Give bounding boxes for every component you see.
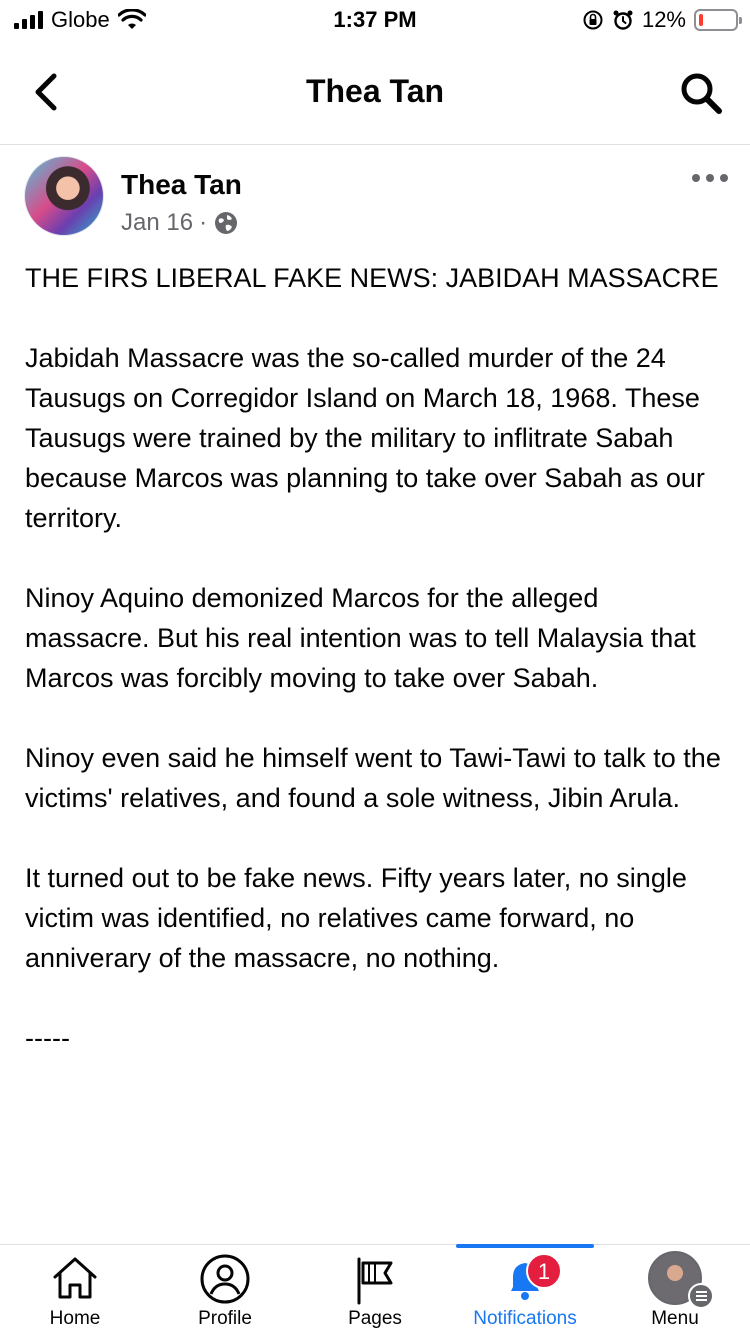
post-meta: Jan 16 · — [121, 209, 239, 237]
status-right: 12% — [582, 7, 738, 33]
tab-label: Profile — [150, 1308, 300, 1330]
battery-icon — [694, 9, 738, 31]
tab-label: Home — [0, 1308, 150, 1330]
tab-menu[interactable]: Menu — [600, 1245, 750, 1335]
author-avatar[interactable] — [24, 156, 104, 236]
search-icon[interactable] — [678, 70, 724, 116]
post-paragraph: THE FIRS LIBERAL FAKE NEWS: JABIDAH MASS… — [25, 258, 730, 298]
battery-percent: 12% — [642, 7, 686, 33]
globe-icon — [213, 210, 239, 236]
more-options-icon[interactable] — [692, 171, 728, 185]
post-paragraph: Ninoy Aquino demonized Marcos for the al… — [25, 578, 730, 698]
notification-badge: 1 — [526, 1253, 562, 1289]
tab-label: Pages — [300, 1308, 450, 1330]
orientation-lock-icon — [582, 9, 604, 31]
post-divider-text: ----- — [25, 1018, 730, 1058]
post-paragraph: Ninoy even said he himself went to Tawi-… — [25, 738, 730, 818]
status-bar: Globe 1:37 PM 12% — [0, 0, 750, 40]
post-paragraph: Jabidah Massacre was the so-called murde… — [25, 338, 730, 538]
hamburger-icon — [688, 1283, 714, 1309]
flag-icon — [349, 1253, 401, 1305]
tab-profile[interactable]: Profile — [150, 1245, 300, 1335]
nav-header: Thea Tan — [0, 40, 750, 145]
author-name[interactable]: Thea Tan — [121, 169, 242, 201]
tab-pages[interactable]: Pages — [300, 1245, 450, 1335]
post-header: Thea Tan Jan 16 · — [0, 155, 750, 245]
post-body: THE FIRS LIBERAL FAKE NEWS: JABIDAH MASS… — [25, 258, 730, 1098]
profile-icon — [199, 1253, 251, 1305]
page-title: Thea Tan — [0, 73, 750, 110]
post-date[interactable]: Jan 16 — [121, 209, 193, 237]
post-paragraph: It turned out to be fake news. Fifty yea… — [25, 858, 730, 978]
meta-separator: · — [199, 209, 207, 237]
tab-label: Menu — [600, 1308, 750, 1330]
tab-notifications[interactable]: 1 Notifications — [450, 1245, 600, 1335]
tab-home[interactable]: Home — [0, 1245, 150, 1335]
tab-label: Notifications — [450, 1308, 600, 1330]
home-icon — [49, 1253, 101, 1305]
bottom-tab-bar: Home Profile Pages 1 Notifications Menu — [0, 1244, 750, 1334]
alarm-icon — [612, 9, 634, 31]
